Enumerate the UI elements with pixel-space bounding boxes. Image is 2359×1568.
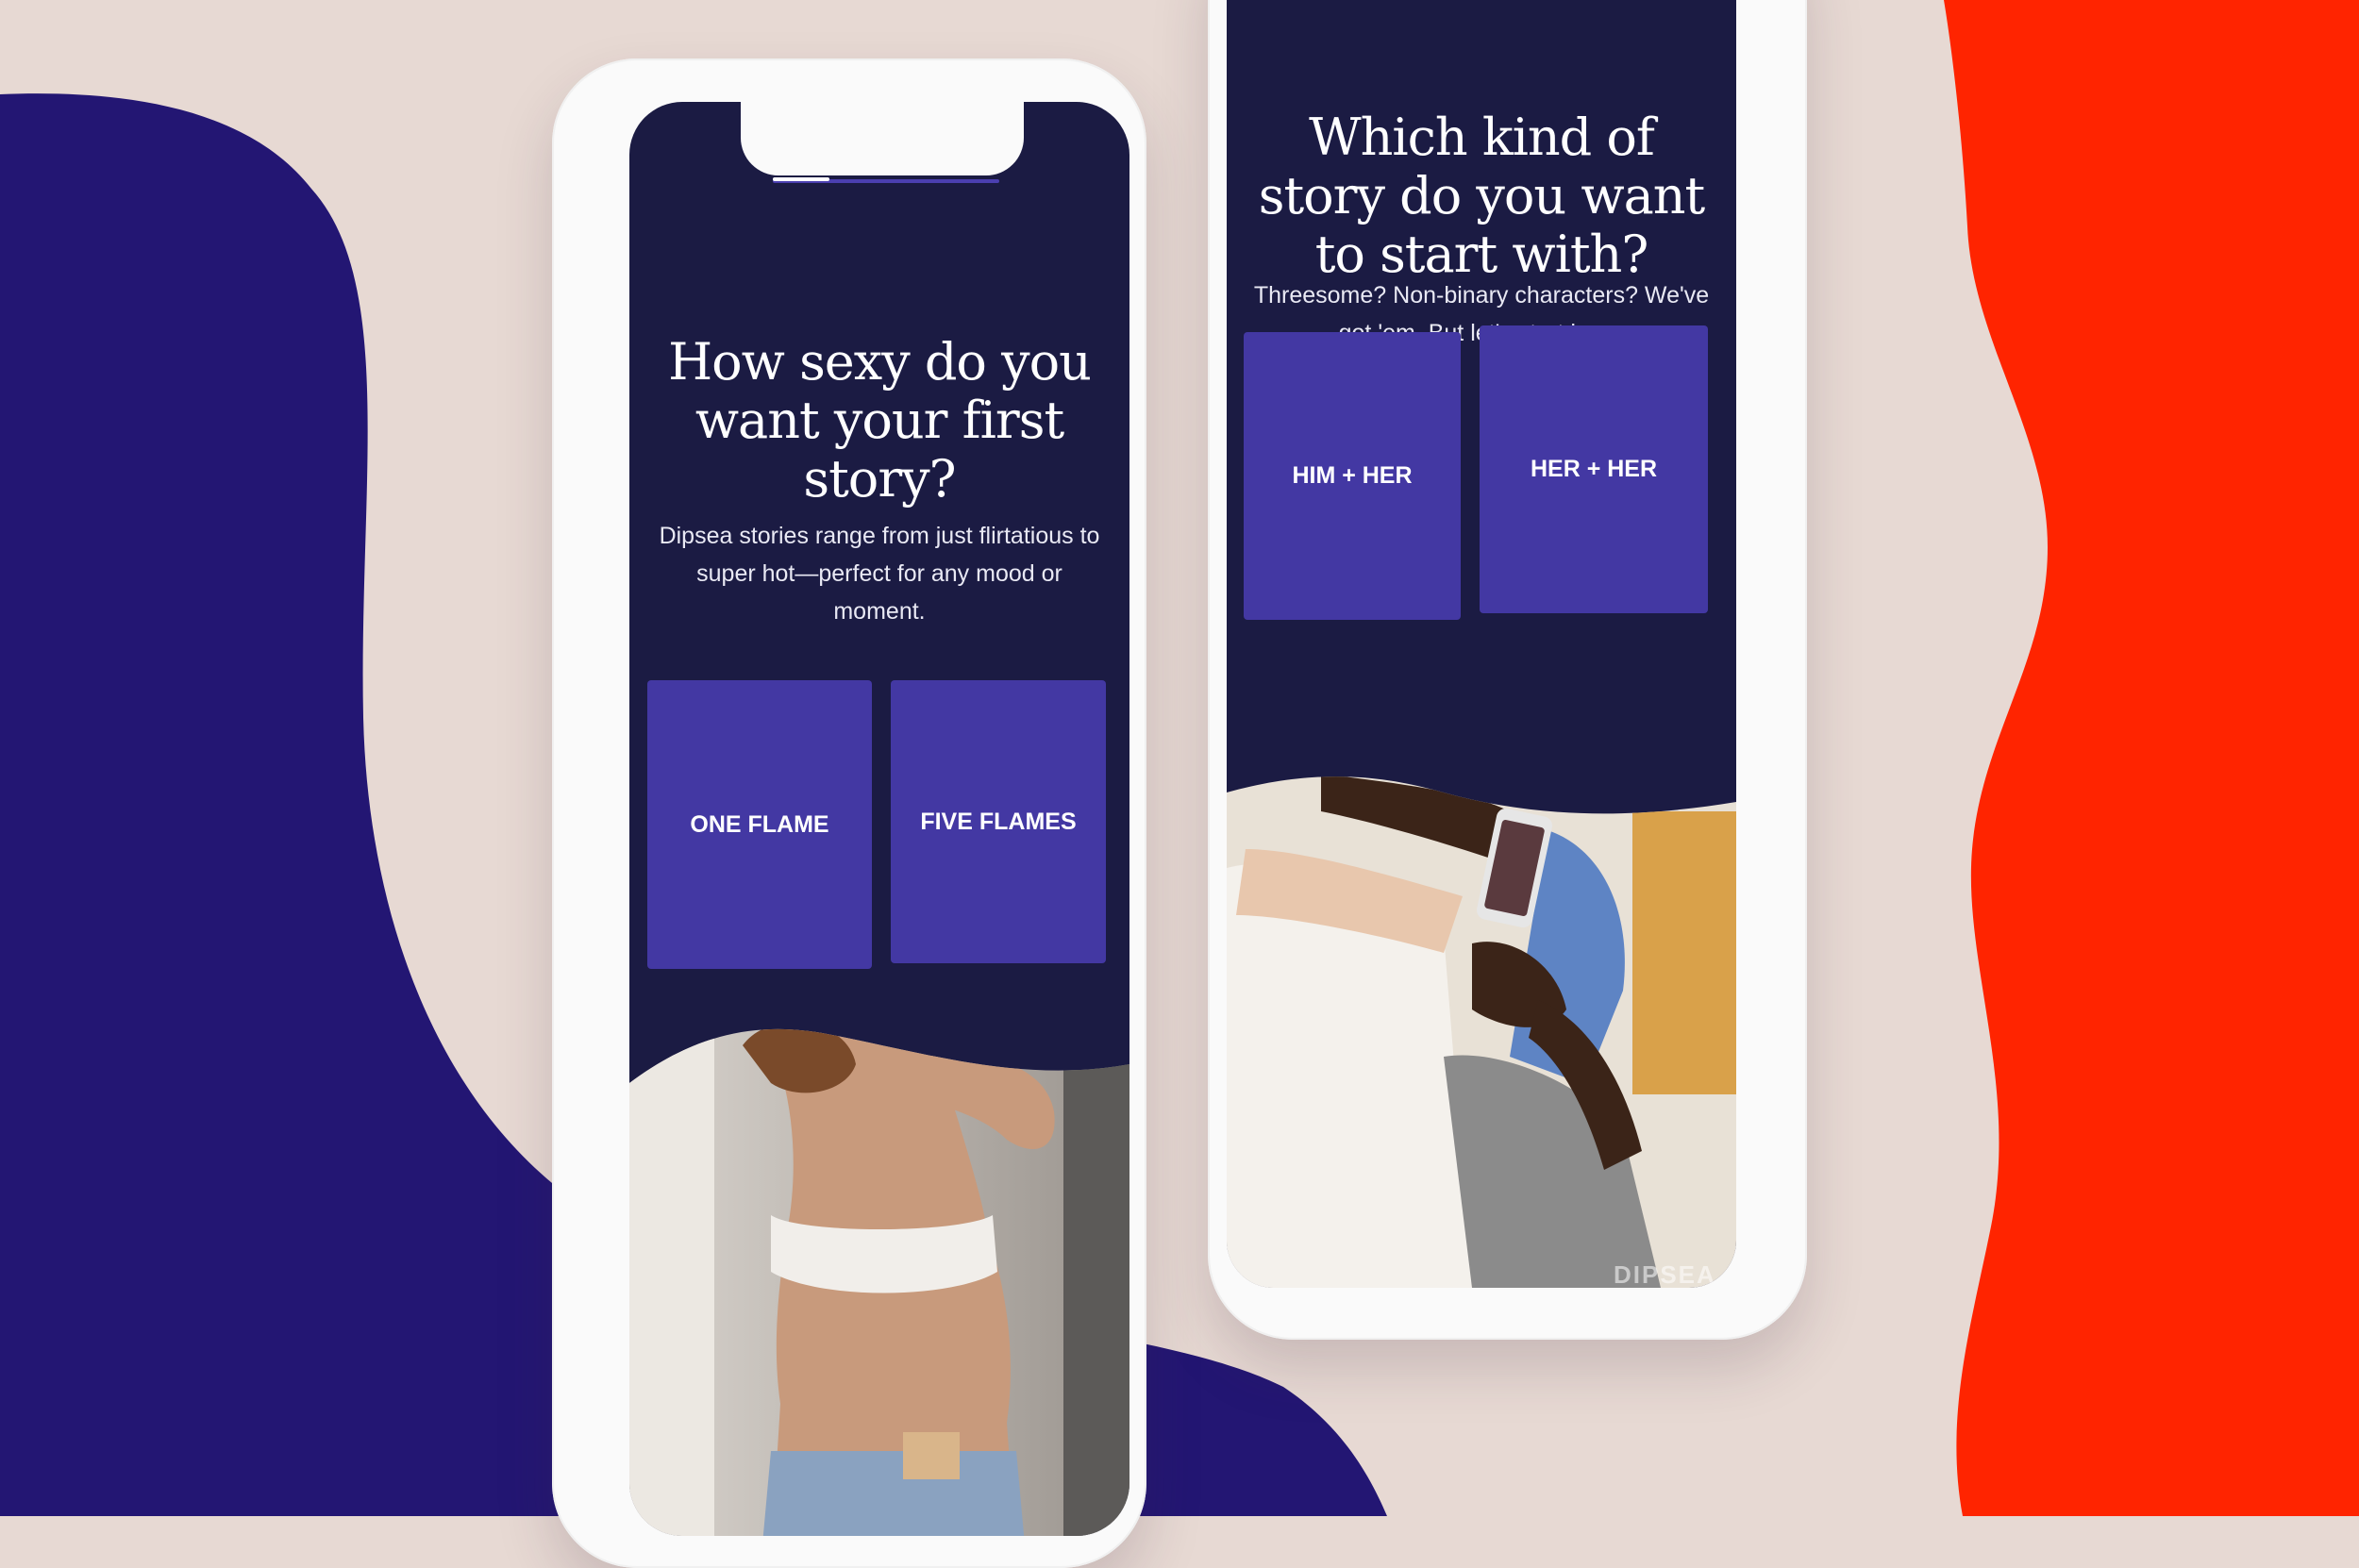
option-five-flames-label: FIVE FLAMES [920, 808, 1077, 835]
option-her-her[interactable]: HER + HER [1480, 325, 1708, 613]
couple-with-phone-photo: DIPSEA [1227, 776, 1736, 1288]
option-one-flame[interactable]: ONE FLAME [647, 680, 872, 969]
option-him-her[interactable]: HIM + HER [1244, 332, 1461, 620]
page-title: Which kind of story do you want to start… [1258, 108, 1706, 285]
progress-bar-fill [773, 177, 829, 181]
notch [741, 102, 1024, 175]
option-him-her-label: HIM + HER [1292, 462, 1413, 489]
page-title: How sexy do you want your first story? [668, 332, 1092, 509]
option-her-her-label: HER + HER [1530, 456, 1658, 482]
background-shapes [0, 0, 2359, 1516]
red-blob [1944, 0, 2359, 1516]
woman-in-white-bra-photo [629, 1028, 1129, 1536]
phone-left-screen: How sexy do you want your first story? D… [629, 102, 1129, 1536]
dipsea-watermark: DIPSEA [1614, 1260, 1716, 1288]
page-subtitle: Dipsea stories range from just flirtatio… [659, 523, 1100, 625]
phone-right-screen: Which kind of story do you want to start… [1227, 0, 1736, 1288]
option-five-flames[interactable]: FIVE FLAMES [891, 680, 1106, 963]
option-one-flame-label: ONE FLAME [690, 810, 829, 838]
